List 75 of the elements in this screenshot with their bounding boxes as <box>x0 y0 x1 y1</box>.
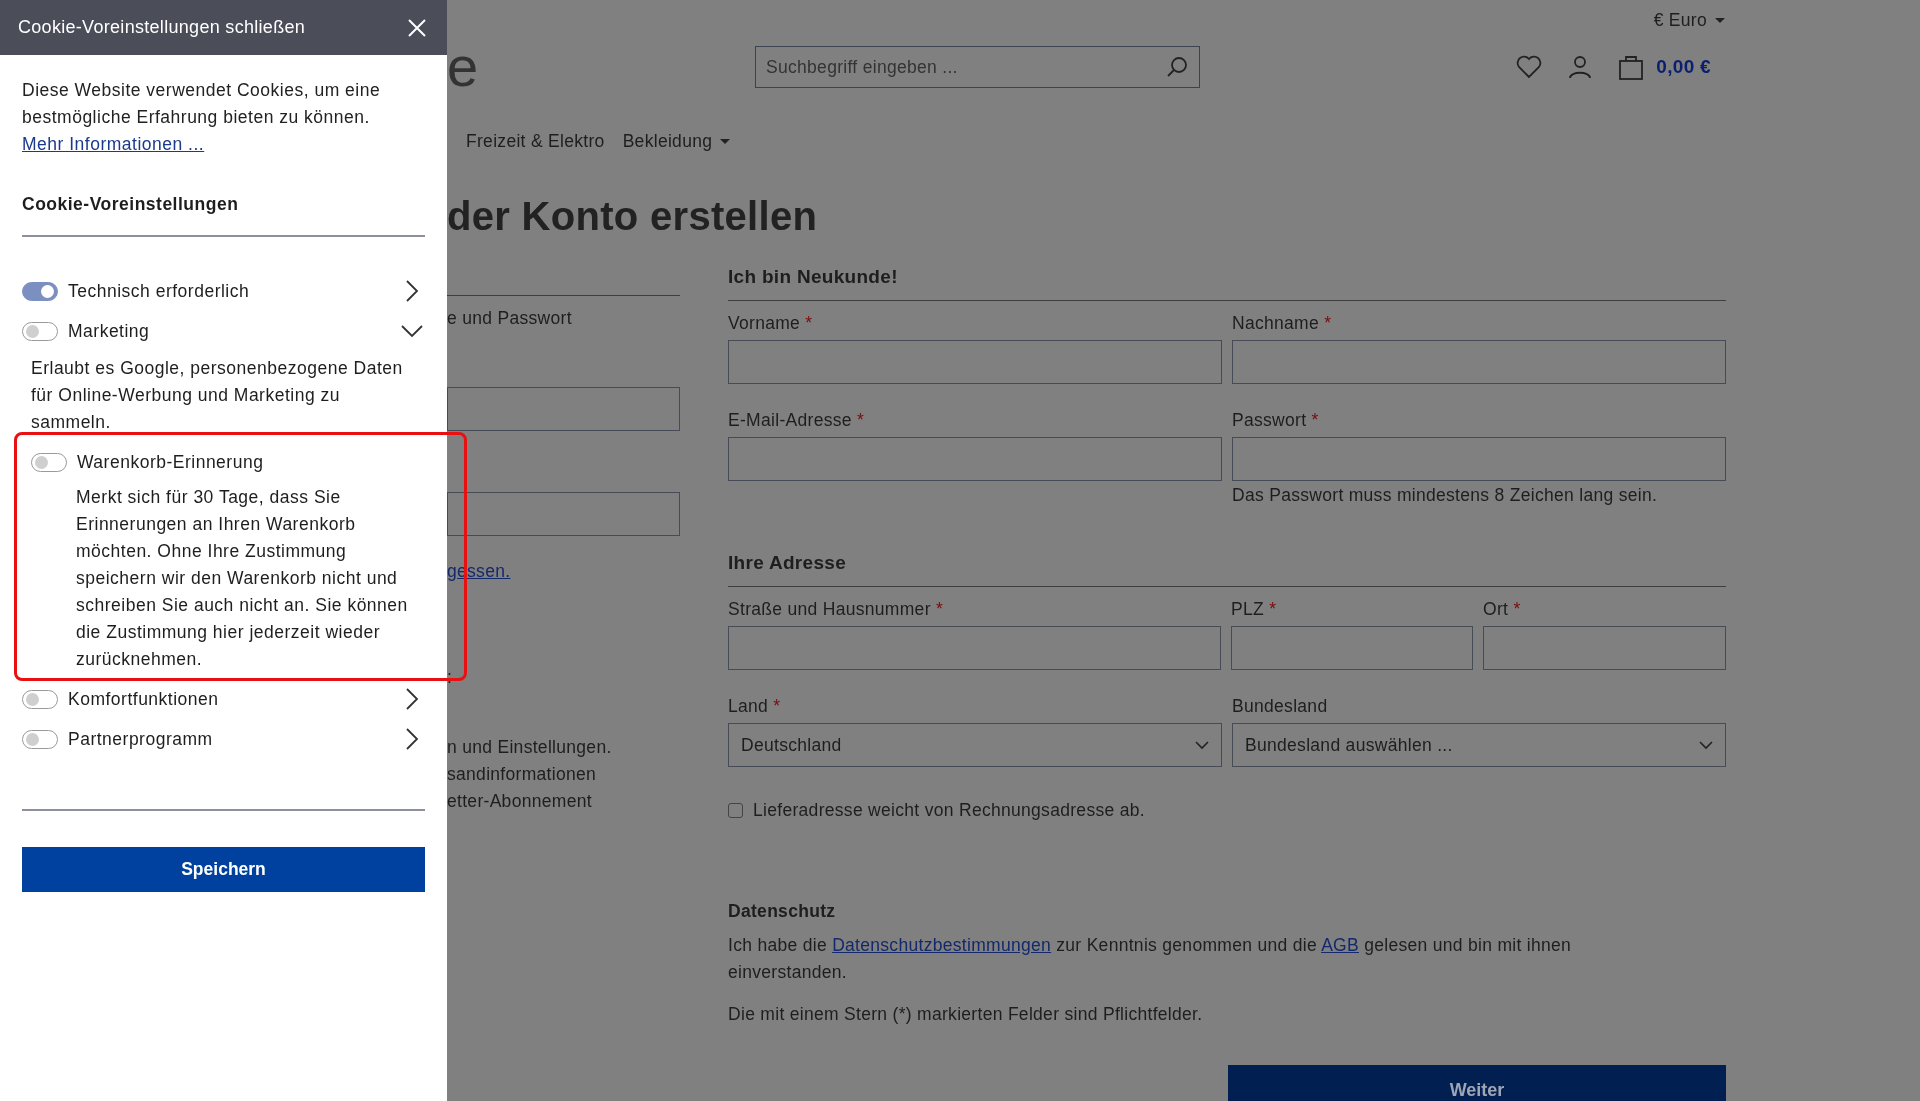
field-label: Nachname <box>1232 313 1320 333</box>
select-field[interactable]: Bundesland auswählen ... <box>1232 723 1726 767</box>
benefits-heading: : <box>447 667 454 688</box>
search-icon[interactable] <box>1166 56 1188 78</box>
chevron-down-icon <box>1699 740 1713 750</box>
required-mark: * <box>1324 313 1332 333</box>
section-heading: Cookie-Voreinstellungen <box>22 194 240 215</box>
input-field[interactable] <box>1232 437 1726 481</box>
close-icon[interactable] <box>407 17 427 38</box>
input-field[interactable] <box>447 387 680 431</box>
category-label: Technisch erforderlich <box>68 280 251 302</box>
required-note: Die mit einem Stern (*) markierten Felder sind Pflichtfelder. <box>728 1004 1204 1025</box>
benefit-text: sandinformationen <box>447 763 598 786</box>
field-label: E-Mail-Adresse <box>728 410 852 430</box>
shopping-bag-icon[interactable] <box>1618 54 1645 80</box>
input-field[interactable] <box>728 340 1222 384</box>
category-description: Merkt sich für 30 Tage, dass Sie Erinnerungen an Ihren Warenkorb möchten. Ohne Ihre Zustimmung speichern wir den Warenkorb nicht und schreiben Sie auch nicht an. Sie können die Zustimmung hier jederzeit wieder zurücknehmen. <box>76 486 409 671</box>
category-label: Partnerprogramm <box>68 728 214 750</box>
page-title: der Konto erstellen <box>447 193 819 240</box>
category-label: Marketing <box>68 320 151 342</box>
currency-dropdown[interactable]: € Euro <box>1653 6 1725 34</box>
nav-link[interactable]: Freizeit & Elektro <box>466 131 605 152</box>
intro-text: Diese Website verwendet Cookies, um eine bestmögliche Erfahrung bieten zu können. <box>22 79 382 129</box>
required-mark: * <box>935 599 944 619</box>
required-mark: * <box>1269 599 1277 619</box>
input-field[interactable] <box>447 492 680 536</box>
toggle-switch[interactable] <box>22 729 58 749</box>
field-label: Straße und Hausnummer <box>728 599 931 619</box>
field-label: Passwort <box>1232 410 1307 430</box>
input-field[interactable] <box>728 626 1221 670</box>
field-label: Land <box>728 696 769 716</box>
required-mark: * <box>805 313 813 333</box>
required-mark: * <box>1311 410 1319 430</box>
benefit-text: n und Einstellungen. <box>447 736 613 759</box>
field-label: Bundesland <box>1232 696 1328 716</box>
field-label: Vorname <box>728 313 801 333</box>
category-description: Erlaubt es Google, personenbezogene Daten für Online-Werbung und Marketing zu sammeln. <box>31 357 404 434</box>
toggle-switch[interactable] <box>31 452 67 472</box>
save-button[interactable]: Speichern <box>22 847 425 892</box>
chevron-down-icon <box>1195 740 1209 750</box>
required-mark: * <box>857 410 865 430</box>
category-label: Komfortfunktionen <box>68 688 220 710</box>
hint-text: Das Passwort muss mindestens 8 Zeichen lang sein. <box>1232 485 1659 506</box>
checkbox[interactable] <box>728 803 743 818</box>
panel-title: Cookie-Voreinstellungen schließen <box>18 17 306 38</box>
more-info-link[interactable]: Mehr Informationen ... <box>22 131 205 158</box>
login-text: e und Passwort <box>447 308 573 329</box>
user-icon[interactable] <box>1568 55 1593 79</box>
field-label: Ort <box>1483 599 1509 619</box>
heart-icon[interactable] <box>1516 55 1543 79</box>
search-field[interactable]: Suchbegriff eingeben ... <box>755 46 1200 88</box>
input-field[interactable] <box>1483 626 1726 670</box>
toggle-switch[interactable] <box>22 321 58 341</box>
required-mark: * <box>1513 599 1521 619</box>
input-field[interactable] <box>728 437 1222 481</box>
text-link[interactable]: AGB <box>1321 935 1359 955</box>
checkbox-label: Lieferadresse weicht von Rechnungsadresse ab. <box>753 800 1145 821</box>
benefit-text: etter-Abonnement <box>447 790 593 813</box>
category-label: Warenkorb-Erinnerung <box>77 451 265 473</box>
input-field[interactable] <box>1231 626 1473 670</box>
required-mark: * <box>773 696 781 716</box>
toggle-switch[interactable] <box>22 281 58 301</box>
cart-total[interactable]: 0,00 € <box>1656 56 1711 78</box>
nav-link[interactable]: Bekleidung <box>622 131 731 152</box>
toggle-switch[interactable] <box>22 689 58 709</box>
section-heading: Datenschutz <box>728 901 837 922</box>
select-field[interactable]: Deutschland <box>728 723 1222 767</box>
continue-button[interactable]: Weiter <box>1228 1065 1726 1101</box>
logo-fragment[interactable]: e <box>447 39 755 95</box>
section-heading: Ihre Adresse <box>728 552 847 574</box>
section-heading: Ich bin Neukunde! <box>728 266 899 288</box>
field-label: PLZ <box>1231 599 1264 619</box>
privacy-text: Ich habe die Datenschutzbestimmungen zur Kenntnis genommen und die AGB gelesen und bin mit ihnen einverstanden. <box>728 934 1573 984</box>
text-link[interactable]: Datenschutzbestimmungen <box>832 935 1052 955</box>
input-field[interactable] <box>1232 340 1726 384</box>
